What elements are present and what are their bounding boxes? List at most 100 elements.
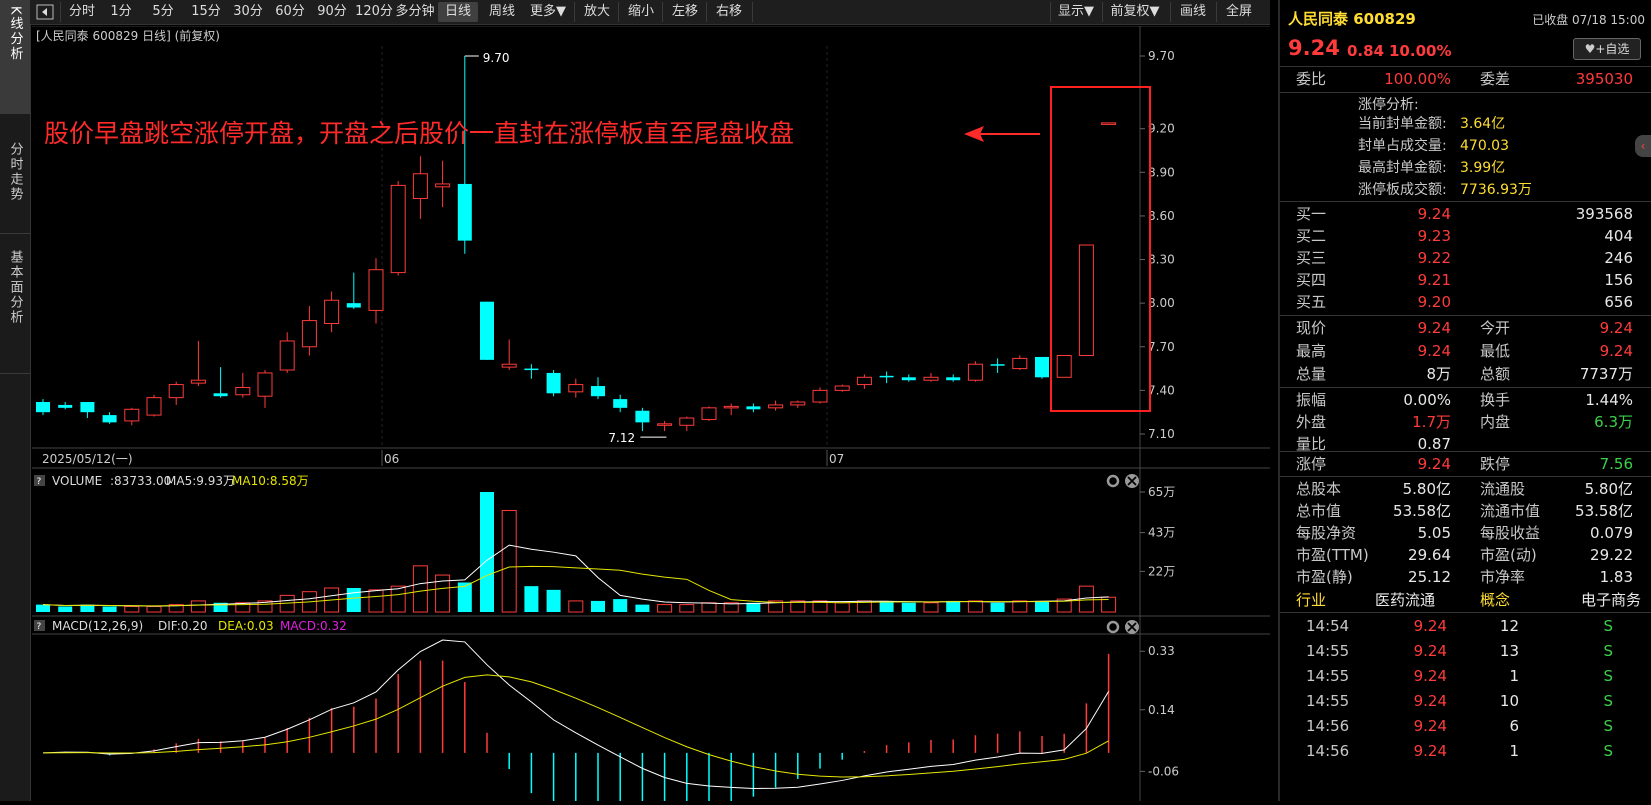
candle — [1078, 244, 1094, 356]
tab-kline-analysis[interactable]: K线分析 — [0, 0, 30, 114]
macd-panel-header: ? MACD(12,26,9) DIF:0.20 DEA:0.03 MACD:0… — [34, 619, 347, 633]
tab-label: K线分析 — [7, 6, 23, 62]
gear-icon[interactable] — [1106, 620, 1120, 634]
bid-row: 买五 9.20 656 — [1296, 293, 1633, 311]
candle — [679, 416, 695, 432]
display-dropdown[interactable]: 显示▼ — [1054, 2, 1098, 22]
volume-bar — [102, 606, 117, 612]
tab-label: 基本面分析 — [7, 250, 23, 325]
period-button[interactable]: 90分 — [312, 2, 352, 22]
pan-right-button[interactable]: 右移 — [710, 2, 748, 22]
period-button[interactable]: 60分 — [270, 2, 310, 22]
candle — [1012, 355, 1028, 371]
price-tick: 8.30 — [1148, 253, 1175, 267]
stat-row: 外盘 1.7万 内盘 6.3万 — [1296, 413, 1633, 431]
tick-row: 14:56 9.24 6 S — [1306, 717, 1613, 735]
period-button[interactable]: 分时 — [64, 2, 100, 22]
period-button-selected[interactable]: 日线 — [438, 2, 478, 22]
price-tick: 7.10 — [1148, 427, 1175, 441]
chart-header: [人民同泰 600829 日线] (前复权) — [36, 28, 220, 43]
high-marker: 9.70 — [464, 51, 510, 65]
candle — [435, 160, 451, 208]
candle — [1035, 356, 1049, 379]
volume-bar — [346, 588, 361, 612]
candle — [390, 181, 406, 276]
candle — [856, 374, 872, 389]
candle — [812, 387, 828, 404]
volume-ma5-line — [42, 544, 1109, 607]
volume-bar — [1012, 600, 1028, 613]
watch-label: +自选 — [1595, 42, 1630, 56]
date-label: 2025/05/12(一) — [42, 452, 133, 466]
candlestick-series — [36, 56, 1117, 432]
add-watchlist-button[interactable]: ♥+自选 — [1573, 38, 1641, 60]
price-tick: 7.40 — [1148, 383, 1175, 397]
candle — [946, 374, 961, 382]
stat-row: 最高 9.24 最低 9.24 — [1296, 342, 1633, 360]
bid-row: 买二 9.23 404 — [1296, 227, 1633, 245]
macd-tick: -0.06 — [1148, 764, 1179, 778]
candle — [80, 402, 95, 419]
period-button[interactable]: 120分 — [354, 2, 394, 22]
volume-bar — [746, 602, 761, 612]
tick-row: 14:55 9.24 13 S — [1306, 642, 1613, 660]
gear-icon[interactable] — [1106, 474, 1120, 488]
volume-bar — [591, 600, 605, 612]
period-button[interactable]: 5分 — [146, 2, 180, 22]
bid-row: 买四 9.21 156 — [1296, 271, 1633, 289]
quote-panel: 人民同泰 600829 已收盘 07/18 15:00 9.24 0.84 10… — [1278, 0, 1651, 801]
volume-tick: 43万 — [1148, 526, 1175, 540]
volume-bar — [524, 586, 539, 612]
candle — [967, 361, 983, 382]
candle — [102, 412, 117, 424]
candle — [879, 371, 894, 384]
macd-tick: 0.33 — [1148, 644, 1175, 658]
period-button[interactable]: 30分 — [228, 2, 268, 22]
price-tick: 9.70 — [1148, 49, 1175, 63]
collapse-icon[interactable]: ‹ — [1635, 135, 1651, 157]
macd-dea: DEA:0.03 — [218, 619, 274, 633]
close-icon[interactable] — [1125, 474, 1139, 488]
zoom-in-button[interactable]: 放大 — [578, 2, 616, 22]
candle — [36, 399, 50, 416]
zoom-out-button[interactable]: 缩小 — [622, 2, 660, 22]
candle — [346, 272, 361, 309]
close-icon[interactable] — [1125, 620, 1139, 634]
high-label: 9.70 — [483, 51, 510, 65]
back-button[interactable] — [34, 2, 56, 22]
volume-bar — [657, 604, 673, 613]
period-button[interactable]: 周线 — [482, 2, 522, 22]
stat-row: 每股净资 5.05 每股收益 0.079 — [1296, 524, 1633, 542]
price-change-pct: 10.00% — [1389, 42, 1452, 60]
pan-left-button[interactable]: 左移 — [666, 2, 704, 22]
candle — [834, 384, 850, 392]
kline-chart-area[interactable]: [人民同泰 600829 日线] (前复权) 9.70 9.20 8.90 8.60 8… — [32, 25, 1270, 805]
tick-row: 14:55 9.24 1 S — [1306, 667, 1613, 685]
more-dropdown[interactable]: 更多▼ — [524, 2, 572, 22]
candle — [1101, 122, 1117, 125]
candle — [168, 381, 184, 405]
candle — [213, 367, 228, 398]
volume-bar — [390, 585, 406, 613]
candle — [501, 339, 517, 371]
left-tab-bar: K线分析 分时走势 基本面分析 — [0, 0, 31, 801]
period-button[interactable]: 1分 — [106, 2, 136, 22]
fullscreen-button[interactable]: 全屏 — [1220, 2, 1258, 22]
macd-value: MACD:0.32 — [280, 619, 347, 633]
tab-fundamentals[interactable]: 基本面分析 — [0, 234, 30, 374]
left-arrow-icon — [964, 126, 1040, 142]
stock-name: 人民同泰 600829 — [1288, 10, 1416, 28]
limit-analysis-row: 封单占成交量: 470.03 — [1358, 138, 1509, 154]
volume-name: VOLUME — [52, 474, 102, 488]
period-button[interactable]: 15分 — [186, 2, 226, 22]
period-button[interactable]: 多分钟 — [394, 2, 436, 22]
svg-text:?: ? — [37, 622, 42, 632]
tab-intraday[interactable]: 分时走势 — [0, 114, 30, 234]
volume-ma10-line — [42, 565, 1109, 607]
candle — [301, 306, 317, 356]
draw-line-button[interactable]: 画线 — [1174, 2, 1212, 22]
period-toolbar: 分时 1分 5分 15分 30分 60分 90分 120分 多分钟 日线 周线 … — [30, 0, 1270, 25]
adjust-dropdown[interactable]: 前复权▼ — [1106, 2, 1164, 22]
macd-name: MACD(12,26,9) — [52, 619, 143, 633]
heart-icon: ♥ — [1584, 42, 1596, 56]
